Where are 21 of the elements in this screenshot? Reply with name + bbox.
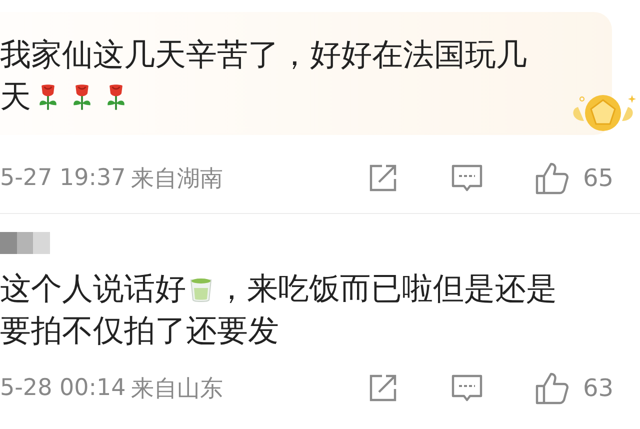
comment-location: 来自湖南 — [131, 164, 224, 194]
share-icon[interactable] — [368, 163, 398, 193]
comment-time: 5-27 19:37 — [0, 165, 127, 191]
comment-text: ，来吃饭而已啦但是还是 — [216, 270, 557, 309]
like-button[interactable]: 65 — [535, 161, 614, 195]
comment-text: 天 — [0, 78, 31, 117]
share-icon[interactable] — [368, 373, 398, 403]
thumbs-up-icon — [535, 161, 569, 195]
rose-icon — [37, 83, 59, 111]
comment-text: 这个人说话好 — [0, 270, 186, 309]
comment-location: 来自山东 — [131, 374, 224, 404]
comment-icon[interactable] — [451, 163, 483, 193]
rose-icon — [105, 83, 127, 111]
blurred-username — [0, 232, 50, 254]
comment-text: 要拍不仅拍了还要发 — [0, 312, 279, 351]
like-button[interactable]: 63 — [535, 371, 614, 405]
comment-time: 5-28 00:14 — [0, 375, 127, 401]
thumbs-up-icon — [535, 371, 569, 405]
rose-icon — [71, 83, 93, 111]
comment-icon[interactable] — [451, 373, 483, 403]
comment-text: 我家仙这几天辛苦了，好好在法国玩几 — [0, 36, 527, 75]
